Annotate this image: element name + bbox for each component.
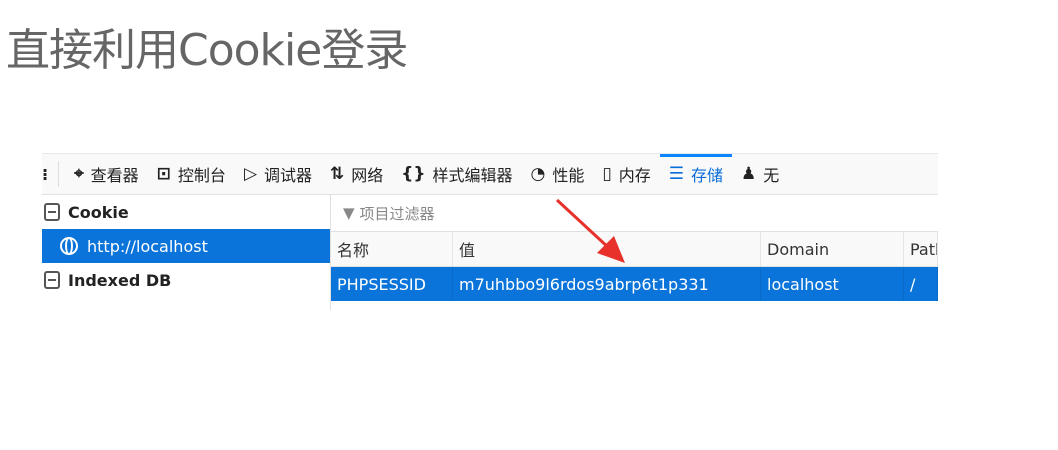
annotation-arrow <box>555 198 625 263</box>
devtools-screenshot: ⁝ ⌖ 查看器 ⊡ 控制台 ▷ 调试器 ⇅ 网络 {} 样式编辑器 ◔ 性能 ▯ 内存 ☰ 存储… <box>42 153 938 310</box>
page-title: 直接利用Cookie登录 <box>6 25 408 76</box>
